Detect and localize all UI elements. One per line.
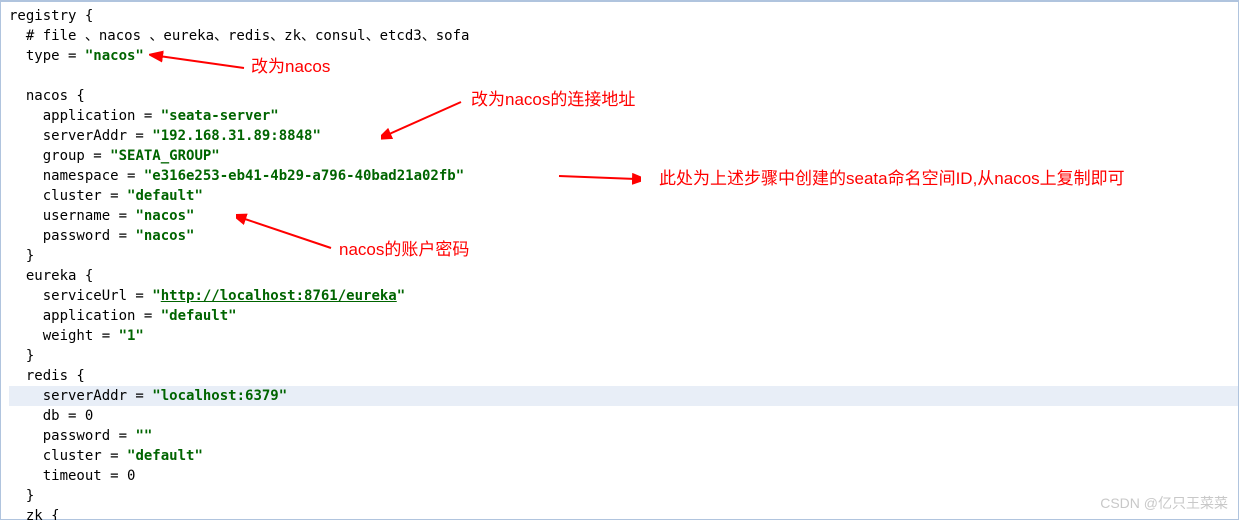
annotation-text: 此处为上述步骤中创建的seata命名空间ID,从nacos上复制即可 [659, 167, 1229, 191]
code-line: } [9, 246, 1238, 266]
code-line: password = "nacos" [9, 226, 1238, 246]
code-line-highlighted: serverAddr = "localhost:6379" [9, 386, 1238, 406]
code-line: registry { [9, 6, 1238, 26]
code-line: cluster = "default" [9, 446, 1238, 466]
arrow-icon [381, 90, 466, 145]
code-line: # file 、nacos 、eureka、redis、zk、consul、et… [9, 26, 1238, 46]
arrow-icon [556, 167, 641, 185]
code-line: group = "SEATA_GROUP" [9, 146, 1238, 166]
code-line: db = 0 [9, 406, 1238, 426]
watermark: CSDN @亿只王菜菜 [1100, 493, 1228, 513]
arrow-icon [236, 210, 336, 255]
code-line: } [9, 486, 1238, 506]
code-line: password = "" [9, 426, 1238, 446]
code-line: serviceUrl = "http://localhost:8761/eure… [9, 286, 1238, 306]
annotation-text: 改为nacos [251, 57, 330, 77]
annotation-text: 改为nacos的连接地址 [471, 90, 635, 110]
arrow-icon [149, 44, 249, 74]
code-line: serverAddr = "192.168.31.89:8848" [9, 126, 1238, 146]
code-line: application = "default" [9, 306, 1238, 326]
annotation-text: nacos的账户密码 [339, 240, 469, 260]
code-line: weight = "1" [9, 326, 1238, 346]
code-line: redis { [9, 366, 1238, 386]
code-line: eureka { [9, 266, 1238, 286]
code-line: username = "nacos" [9, 206, 1238, 226]
code-line: timeout = 0 [9, 466, 1238, 486]
code-editor[interactable]: registry { # file 、nacos 、eureka、redis、z… [0, 0, 1239, 520]
code-line: zk { [9, 506, 1238, 520]
code-line: } [9, 346, 1238, 366]
